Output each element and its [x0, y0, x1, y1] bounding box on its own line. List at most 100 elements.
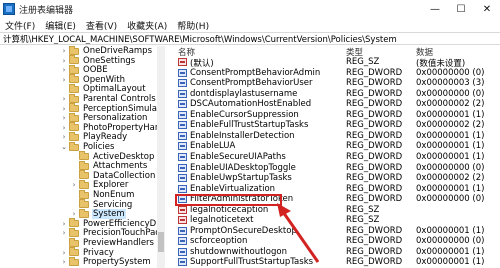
value-row[interactable]: shutdownwithoutlogon REG_DWORD 0x00000001 …	[168, 247, 500, 257]
tree-item-label: System	[92, 209, 126, 220]
menu-file[interactable]: 文件(F)	[0, 19, 40, 32]
value-row[interactable]: scforceoption REG_DWORD 0x00000000 (0)	[168, 236, 500, 246]
value-name: ConsentPromptBehaviorAdmin	[190, 67, 321, 78]
value-row[interactable]: EnableCursorSuppression REG_DWORD 0x000000…	[168, 110, 500, 120]
value-data: 0x00000000 (0)	[416, 67, 485, 78]
value-row[interactable]: (默认) REG_SZ (数值未设置)	[168, 57, 500, 69]
folder-icon	[69, 74, 79, 84]
tree-item[interactable]: › PropertySystem	[60, 256, 152, 267]
tree-item-label: PowerEfficiencyDiagnostic	[83, 218, 164, 229]
value-row[interactable]: ConsentPromptBehaviorAdmin REG_DWORD 0x000…	[168, 68, 500, 78]
tree-item[interactable]: › System	[70, 208, 126, 220]
value-name: PromptOnSecureDesktop	[190, 225, 297, 236]
window-title: 注册表编辑器	[19, 5, 74, 16]
string-value-icon	[178, 58, 187, 66]
close-button[interactable]: ✕	[474, 0, 500, 18]
value-data: 0x00000000 (0)	[416, 162, 485, 173]
menu-help[interactable]: 帮助(H)	[172, 19, 214, 32]
menu-favorites[interactable]: 收藏夹(A)	[122, 19, 172, 32]
tree-item[interactable]: › PrecisionTouchPad	[60, 227, 162, 238]
chevron-right-icon[interactable]: ›	[60, 76, 68, 84]
chevron-right-icon[interactable]: ›	[60, 95, 68, 103]
value-row[interactable]: EnableUIADesktopToggle REG_DWORD 0x0000000…	[168, 163, 500, 173]
tree-item-label: NonEnum	[93, 190, 135, 200]
folder-icon	[79, 189, 89, 199]
chevron-right-icon[interactable]: ›	[70, 181, 78, 189]
value-row[interactable]: DSCAutomationHostEnabled REG_DWORD 0x00000…	[168, 99, 500, 109]
value-data: 0x00000001 (1)	[416, 109, 485, 120]
binary-value-icon	[178, 163, 187, 172]
chevron-right-icon[interactable]: ›	[60, 133, 68, 141]
window-controls: — ☐ ✕	[422, 0, 500, 18]
minimize-button[interactable]: —	[422, 0, 448, 18]
value-data: 0x00000000 (0)	[416, 194, 485, 205]
value-data: 0x00000000 (0)	[416, 88, 485, 99]
value-type: REG_DWORD	[346, 109, 403, 120]
tree-item-label: PreviewHandlers	[83, 238, 154, 248]
value-type: REG_DWORD	[346, 194, 403, 205]
value-type: REG_DWORD	[346, 78, 403, 89]
menu-edit[interactable]: 编辑(E)	[40, 19, 81, 32]
chevron-right-icon[interactable]: ›	[60, 249, 68, 257]
chevron-right-icon[interactable]: ›	[60, 220, 68, 228]
chevron-right-icon[interactable]: ›	[60, 105, 68, 113]
value-type: REG_DWORD	[346, 67, 403, 78]
value-row[interactable]: EnableInstallerDetection REG_DWORD 0x00000…	[168, 131, 500, 141]
binary-value-icon	[178, 226, 187, 235]
tree-item[interactable]: ⌄ Policies	[60, 141, 115, 152]
value-name: EnableInstallerDetection	[190, 130, 295, 141]
value-row[interactable]: legalnoticetext REG_SZ	[168, 215, 500, 225]
chevron-right-icon[interactable]: ›	[60, 57, 68, 65]
address-bar[interactable]: 计算机\HKEY_LOCAL_MACHINE\SOFTWARE\Microsof…	[0, 32, 500, 45]
menu-view[interactable]: 查看(V)	[81, 19, 122, 32]
value-row[interactable]: EnableLUA REG_DWORD 0x00000001 (1)	[168, 141, 500, 151]
chevron-right-icon[interactable]: ›	[60, 47, 68, 55]
binary-value-icon	[178, 100, 187, 109]
tree-item[interactable]: › PhotoPropertyHandler	[60, 122, 164, 133]
chevron-right-icon[interactable]: ›	[70, 210, 78, 218]
value-row[interactable]: legalnoticecaption REG_SZ	[168, 205, 500, 215]
folder-icon	[79, 208, 89, 218]
chevron-right-icon[interactable]: ›	[60, 258, 68, 266]
value-row[interactable]: EnableUwpStartupTasks REG_DWORD 0x00000002…	[168, 173, 500, 183]
value-name: dontdisplaylastusername	[190, 88, 298, 99]
binary-value-icon	[178, 184, 187, 193]
value-row[interactable]: EnableVirtualization REG_DWORD 0x00000001 …	[168, 184, 500, 194]
menu-bar: 文件(F) 编辑(E) 查看(V) 收藏夹(A) 帮助(H)	[0, 18, 500, 32]
value-name: ConsentPromptBehaviorUser	[190, 78, 313, 89]
tree-scrollbar[interactable]	[157, 46, 165, 268]
tree-item[interactable]: › PerceptionSimulationExte	[60, 103, 164, 114]
value-name: DSCAutomationHostEnabled	[190, 99, 312, 110]
chevron-right-icon[interactable]: ›	[60, 229, 68, 237]
value-row[interactable]: EnableFullTrustStartupTasks REG_DWORD 0x00…	[168, 120, 500, 130]
value-row[interactable]: dontdisplaylastusername REG_DWORD 0x000000…	[168, 89, 500, 99]
folder-icon	[69, 46, 79, 55]
value-row[interactable]: EnableSecureUIAPaths REG_DWORD 0x00000001 …	[168, 152, 500, 162]
binary-value-icon	[178, 237, 187, 246]
chevron-right-icon[interactable]: ›	[60, 124, 68, 132]
registry-editor-icon	[3, 3, 15, 15]
tree-scrollbar-thumb[interactable]	[158, 232, 164, 252]
folder-icon	[69, 64, 79, 74]
tree-item[interactable]: › PowerEfficiencyDiagnostic	[60, 218, 164, 229]
chevron-right-icon[interactable]: ›	[60, 66, 68, 74]
maximize-button[interactable]: ☐	[448, 0, 474, 18]
folder-icon	[79, 199, 89, 209]
binary-value-icon	[178, 142, 187, 151]
chevron-right-icon[interactable]: ›	[60, 114, 68, 122]
chevron-down-icon[interactable]: ⌄	[60, 143, 68, 151]
folder-icon	[79, 160, 89, 170]
value-name: legalnoticecaption	[190, 204, 269, 215]
value-row[interactable]: SupportFullTrustStartupTasks REG_DWORD 0x0…	[168, 257, 500, 267]
value-row[interactable]: PromptOnSecureDesktop REG_DWORD 0x00000001…	[168, 226, 500, 236]
list-header: 名称 类型 数据	[168, 46, 500, 58]
value-type: REG_DWORD	[346, 236, 403, 247]
folder-icon	[79, 179, 89, 189]
value-row[interactable]: ConsentPromptBehaviorUser REG_DWORD 0x0000…	[168, 78, 500, 88]
key-tree: › OneDriveRamps › OneSettings › OOBE › OpenWith…	[0, 46, 165, 268]
title-bar: 注册表编辑器 — ☐ ✕	[0, 0, 500, 18]
value-type: REG_DWORD	[346, 173, 403, 184]
tree-item-label: PhotoPropertyHandler	[83, 122, 164, 133]
tree-item[interactable]: › OOBE	[60, 64, 109, 75]
tree-item-label: Attachments	[93, 161, 148, 172]
